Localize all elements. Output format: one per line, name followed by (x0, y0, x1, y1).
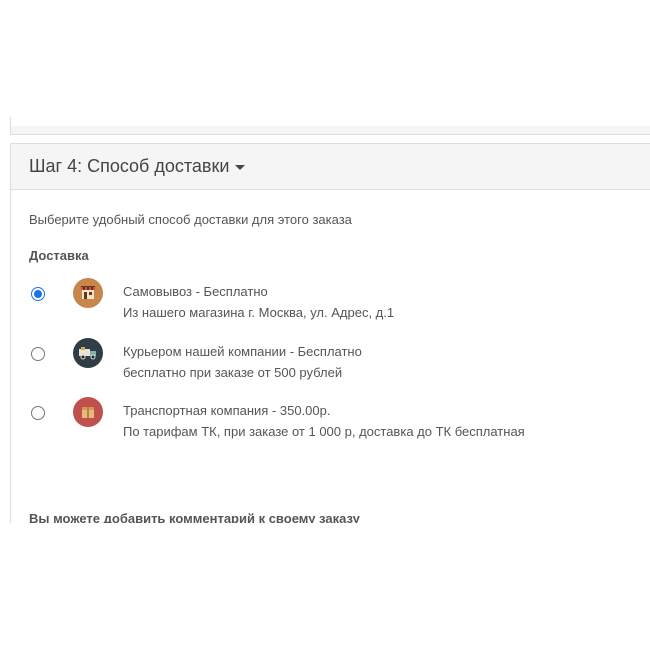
package-icon (73, 397, 103, 427)
option-description: Из нашего магазина г. Москва, ул. Адрес,… (123, 305, 395, 320)
delivery-option-transport-company[interactable]: Транспортная компания - 350.00р. По тари… (29, 397, 629, 447)
option-description: По тарифам ТК, при заказе от 1 000 р, до… (123, 424, 525, 439)
radio-transport-company[interactable] (31, 406, 45, 420)
delivery-option-courier[interactable]: Курьером нашей компании - Бесплатно бесп… (29, 338, 629, 388)
option-title: Самовывоз - Бесплатно (123, 284, 268, 299)
previous-step-panel (10, 117, 650, 135)
option-description: бесплатно при заказе от 500 рублей (123, 365, 343, 380)
option-title: Транспортная компания - 350.00р. (123, 403, 331, 418)
store-icon (73, 278, 103, 308)
step-title-toggle[interactable]: Шаг 4: Способ доставки (29, 156, 246, 177)
caret-down-icon (235, 165, 246, 170)
panel-heading: Шаг 4: Способ доставки (11, 144, 650, 190)
delivery-section-label: Доставка (29, 248, 89, 263)
option-title: Курьером нашей компании - Бесплатно (123, 344, 362, 359)
radio-pickup[interactable] (31, 287, 45, 301)
delivery-option-pickup[interactable]: Самовывоз - Бесплатно Из нашего магазина… (29, 278, 629, 328)
intro-text: Выберите удобный способ доставки для это… (29, 212, 352, 227)
courier-truck-icon (73, 338, 103, 368)
step-title: Шаг 4: Способ доставки (29, 156, 230, 176)
radio-courier[interactable] (31, 347, 45, 361)
delivery-method-panel: Шаг 4: Способ доставки Выберите удобный … (10, 143, 650, 602)
page-background (0, 523, 650, 650)
